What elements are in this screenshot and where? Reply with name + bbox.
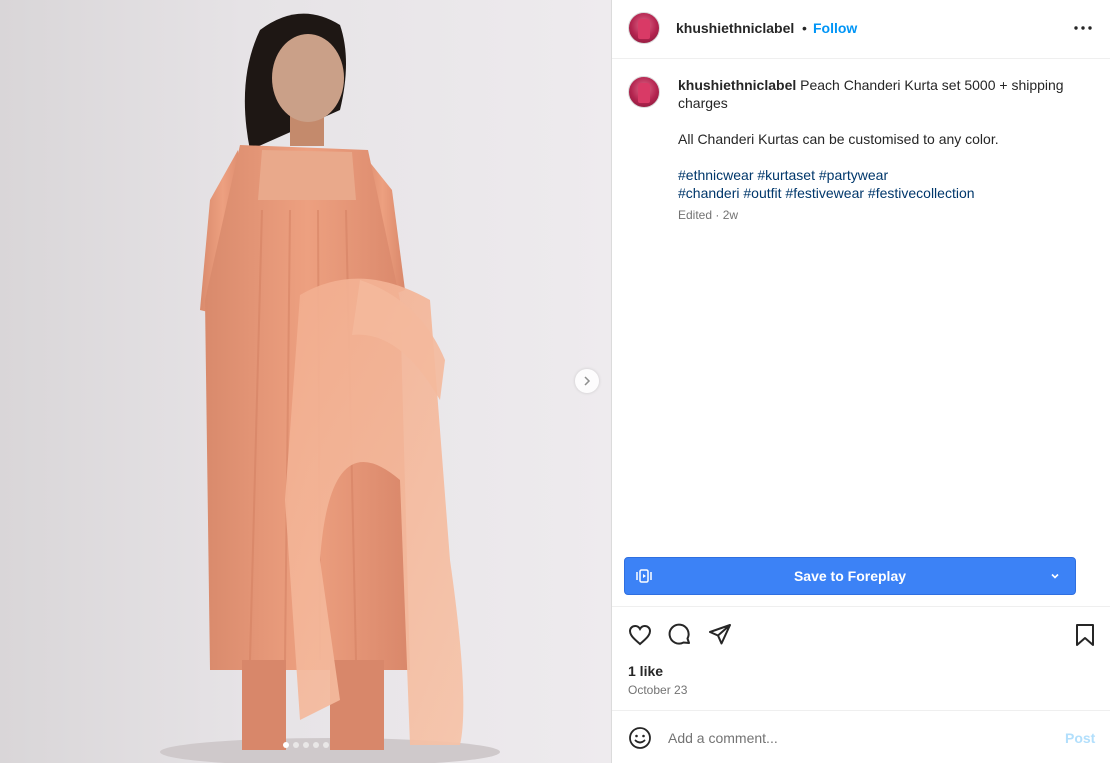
post-username[interactable]: khushiethniclabel (676, 20, 794, 36)
separator-dot: • (802, 20, 807, 36)
bookmark-icon[interactable] (1072, 622, 1098, 648)
more-options-button[interactable] (1074, 18, 1092, 38)
carousel-dot (293, 742, 299, 748)
hashtag-link[interactable]: #ethnicwear (678, 167, 754, 183)
comment-input[interactable] (668, 727, 1048, 749)
chevron-down-icon[interactable] (1049, 570, 1061, 582)
carousel-next-button[interactable] (575, 369, 599, 393)
post-date: October 23 (628, 683, 688, 697)
save-button-label: Save to Foreplay (793, 568, 907, 584)
post-media[interactable] (0, 0, 611, 763)
avatar[interactable] (628, 12, 660, 44)
carousel-dot (303, 742, 309, 748)
comment-bar: Post (612, 710, 1110, 763)
heart-icon[interactable] (627, 622, 653, 648)
comment-icon[interactable] (667, 622, 693, 648)
likes-count[interactable]: 1 like (628, 663, 663, 679)
hashtag-link[interactable]: #kurtaset (757, 167, 815, 183)
save-to-foreplay-button[interactable]: Save to Foreplay (624, 557, 1076, 595)
caption-avatar[interactable] (628, 76, 660, 108)
post-actions: 1 like October 23 (612, 606, 1110, 710)
carousel-indicator (283, 742, 329, 748)
hashtag-link[interactable]: #partywear (819, 167, 888, 183)
hashtag-link[interactable]: #festivewear (785, 185, 864, 201)
follow-button[interactable]: Follow (813, 20, 857, 36)
hashtag-link[interactable]: #festivecollection (868, 185, 975, 201)
hashtag-link[interactable]: #chanderi (678, 185, 740, 201)
post-comment-button[interactable]: Post (1065, 730, 1095, 746)
hashtag-link[interactable]: #outfit (743, 185, 781, 201)
post-details-panel: khushiethniclabel • Follow khushiethnicl… (611, 0, 1110, 763)
post-caption: khushiethniclabel Peach Chanderi Kurta s… (678, 76, 1088, 202)
carousel-dot (323, 742, 329, 748)
post-header: khushiethniclabel • Follow (612, 0, 1110, 59)
hashtag-row: #ethnicwear #kurtaset #partywear (678, 166, 1088, 184)
hashtag-row: #chanderi #outfit #festivewear #festivec… (678, 184, 1088, 202)
share-icon[interactable] (707, 622, 733, 648)
carousel-dot (283, 742, 289, 748)
post-meta: Edited · 2w (678, 208, 739, 222)
more-horizontal-icon (1074, 26, 1092, 30)
post-photo (160, 13, 500, 763)
emoji-icon[interactable] (628, 726, 652, 750)
caption-username[interactable]: khushiethniclabel (678, 77, 796, 93)
chevron-right-icon (584, 376, 591, 386)
caption-line: All Chanderi Kurtas can be customised to… (678, 131, 999, 147)
carousel-dot (313, 742, 319, 748)
